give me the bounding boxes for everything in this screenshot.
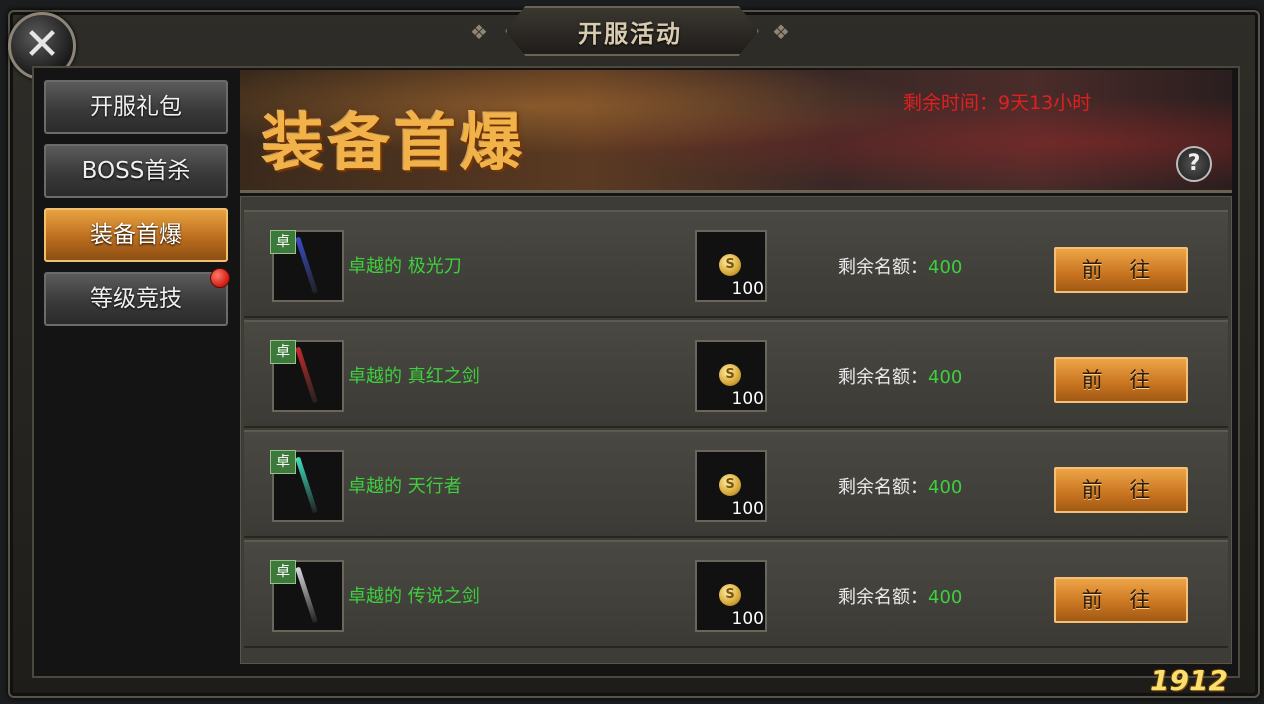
- ornament-right-icon: ❖: [772, 20, 790, 44]
- sidebar-item-label: 装备首爆: [90, 222, 182, 248]
- site-watermark: 1912: [1150, 664, 1228, 697]
- close-icon: ✕: [23, 19, 61, 70]
- quota-label: 剩余名额：: [838, 477, 928, 498]
- coin-icon: S: [719, 474, 741, 496]
- cost-amount: 100: [731, 279, 764, 299]
- notification-dot: [210, 268, 230, 288]
- quota-value: 400: [928, 477, 963, 498]
- sidebar-item-label: 等级竞技: [90, 286, 182, 312]
- remaining-quota: 剩余名额：400: [838, 583, 962, 609]
- sidebar-item-label: BOSS首杀: [81, 158, 191, 184]
- coin-icon: S: [719, 364, 741, 386]
- excellent-badge: 卓: [270, 560, 296, 584]
- go-button[interactable]: 前 往: [1054, 247, 1188, 293]
- window-title: 开服活动: [578, 20, 682, 48]
- quota-label: 剩余名额：: [838, 367, 928, 388]
- coin-icon: S: [719, 584, 741, 606]
- weapon-icon: [295, 236, 318, 294]
- sidebar-item-opening-gift[interactable]: 开服礼包: [44, 80, 228, 134]
- sidebar: 开服礼包 BOSS首杀 装备首爆 等级竞技: [44, 80, 230, 336]
- ornament-left-icon: ❖: [470, 20, 488, 44]
- quota-value: 400: [928, 257, 963, 278]
- excellent-badge: 卓: [270, 340, 296, 364]
- weapon-icon: [295, 566, 318, 624]
- cost-amount: 100: [731, 389, 764, 409]
- go-button[interactable]: 前 往: [1054, 467, 1188, 513]
- sidebar-item-label: 开服礼包: [90, 94, 182, 120]
- go-button[interactable]: 前 往: [1054, 357, 1188, 403]
- coin-icon: S: [719, 254, 741, 276]
- sidebar-item-equipment-first-drop[interactable]: 装备首爆: [44, 208, 228, 262]
- banner-title: 装备首爆: [262, 106, 527, 179]
- excellent-badge: 卓: [270, 230, 296, 254]
- excellent-badge: 卓: [270, 450, 296, 474]
- go-button[interactable]: 前 往: [1054, 577, 1188, 623]
- quota-value: 400: [928, 367, 963, 388]
- sidebar-item-level-competition[interactable]: 等级竞技: [44, 268, 230, 326]
- sidebar-item-boss-first-kill[interactable]: BOSS首杀: [44, 144, 228, 198]
- weapon-icon: [295, 346, 318, 404]
- item-name: 卓越的 天行者: [348, 476, 462, 497]
- cost-amount: 100: [731, 499, 764, 519]
- item-name: 卓越的 传说之剑: [348, 586, 480, 607]
- cost-amount: 100: [731, 609, 764, 629]
- quota-label: 剩余名额：: [838, 257, 928, 278]
- help-icon[interactable]: ?: [1176, 146, 1212, 182]
- remaining-quota: 剩余名额：400: [838, 473, 962, 499]
- item-name: 卓越的 极光刀: [348, 256, 462, 277]
- remaining-quota: 剩余名额：400: [838, 253, 962, 279]
- remaining-time: 剩余时间：9天13小时: [903, 92, 1092, 114]
- item-name: 卓越的 真红之剑: [348, 366, 480, 387]
- remaining-quota: 剩余名额：400: [838, 363, 962, 389]
- quota-label: 剩余名额：: [838, 587, 928, 608]
- quota-value: 400: [928, 587, 963, 608]
- weapon-icon: [295, 456, 318, 514]
